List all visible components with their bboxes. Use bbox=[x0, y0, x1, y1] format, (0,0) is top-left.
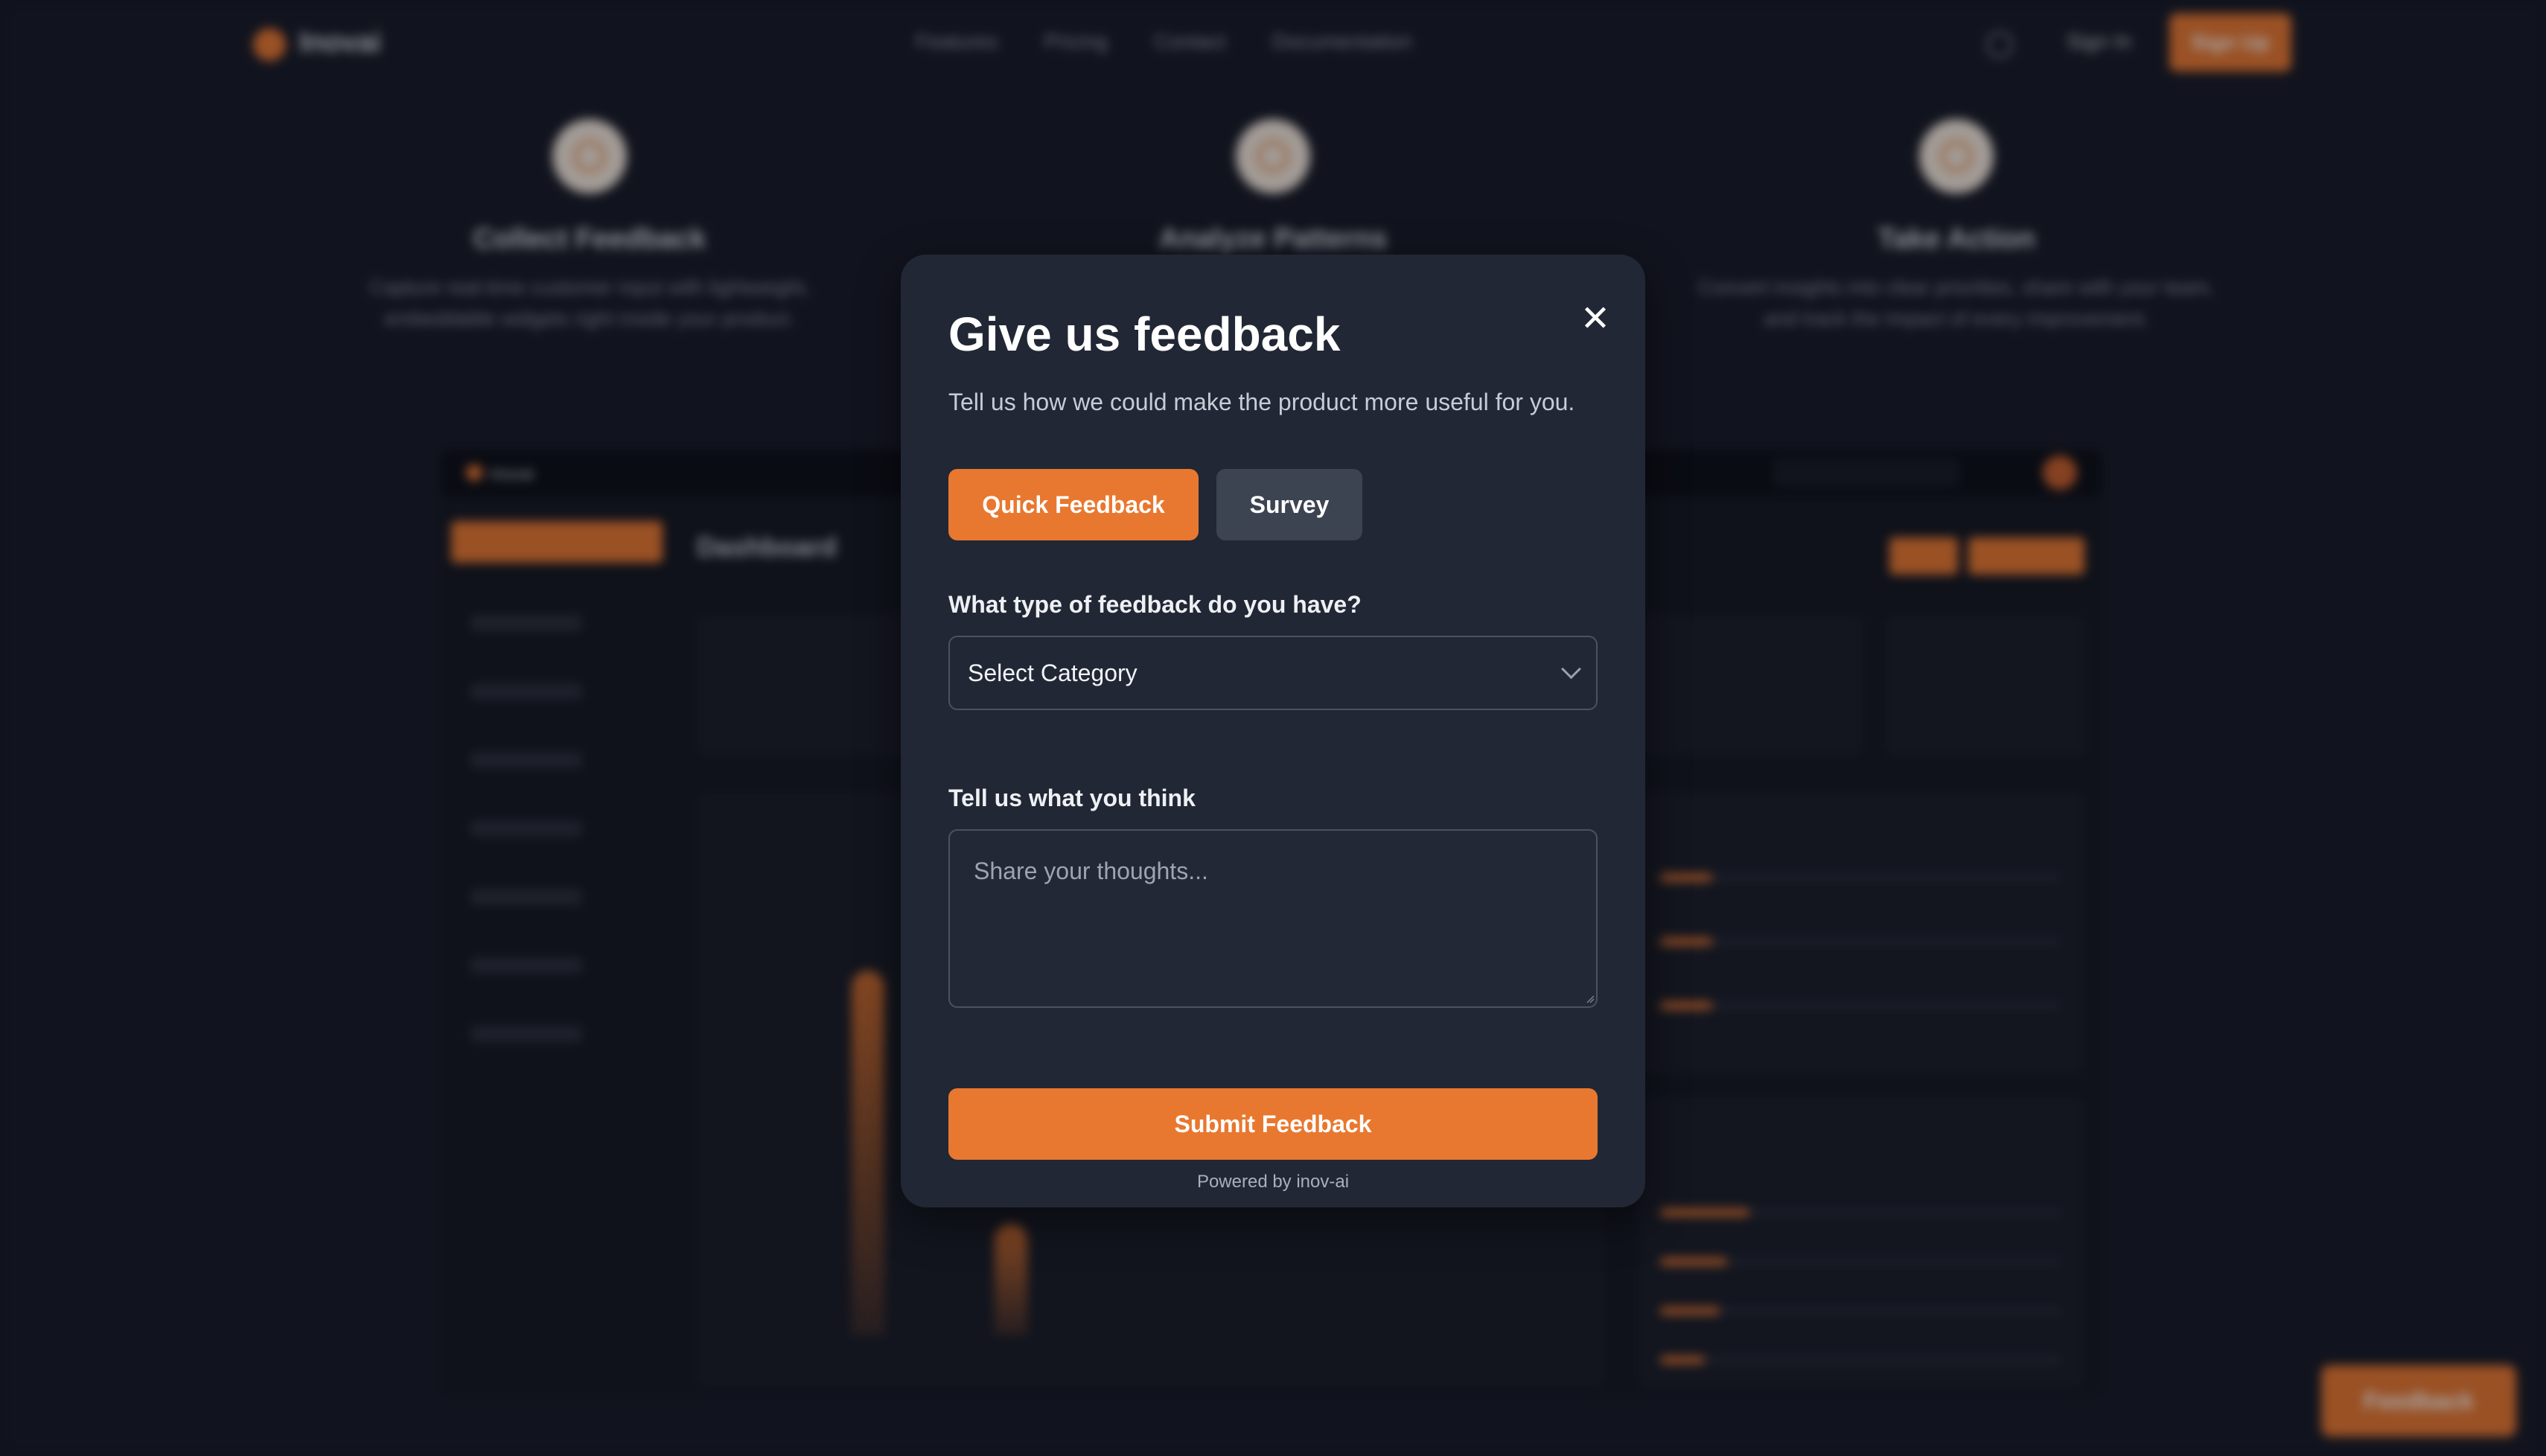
modal-subtitle: Tell us how we could make the product mo… bbox=[948, 389, 1575, 415]
category-select-value: Select Category bbox=[968, 659, 1138, 686]
thoughts-label: Tell us what you think bbox=[948, 785, 1196, 811]
category-select[interactable]: Select Category bbox=[948, 636, 1598, 710]
close-icon[interactable]: ✕ bbox=[1574, 298, 1616, 339]
thoughts-textarea[interactable] bbox=[948, 829, 1598, 1008]
tab-survey[interactable]: Survey bbox=[1216, 469, 1362, 540]
modal-title: Give us feedback bbox=[948, 307, 1341, 361]
submit-feedback-button[interactable]: Submit Feedback bbox=[948, 1088, 1598, 1160]
powered-by-text: Powered by inov-ai bbox=[1196, 1172, 1350, 1192]
tab-quick-feedback[interactable]: Quick Feedback bbox=[948, 469, 1199, 540]
feedback-modal: ✕ Give us feedback Tell us how we could … bbox=[901, 255, 1645, 1207]
category-label: What type of feedback do you have? bbox=[948, 591, 1362, 618]
chevron-down-icon bbox=[1561, 658, 1581, 679]
